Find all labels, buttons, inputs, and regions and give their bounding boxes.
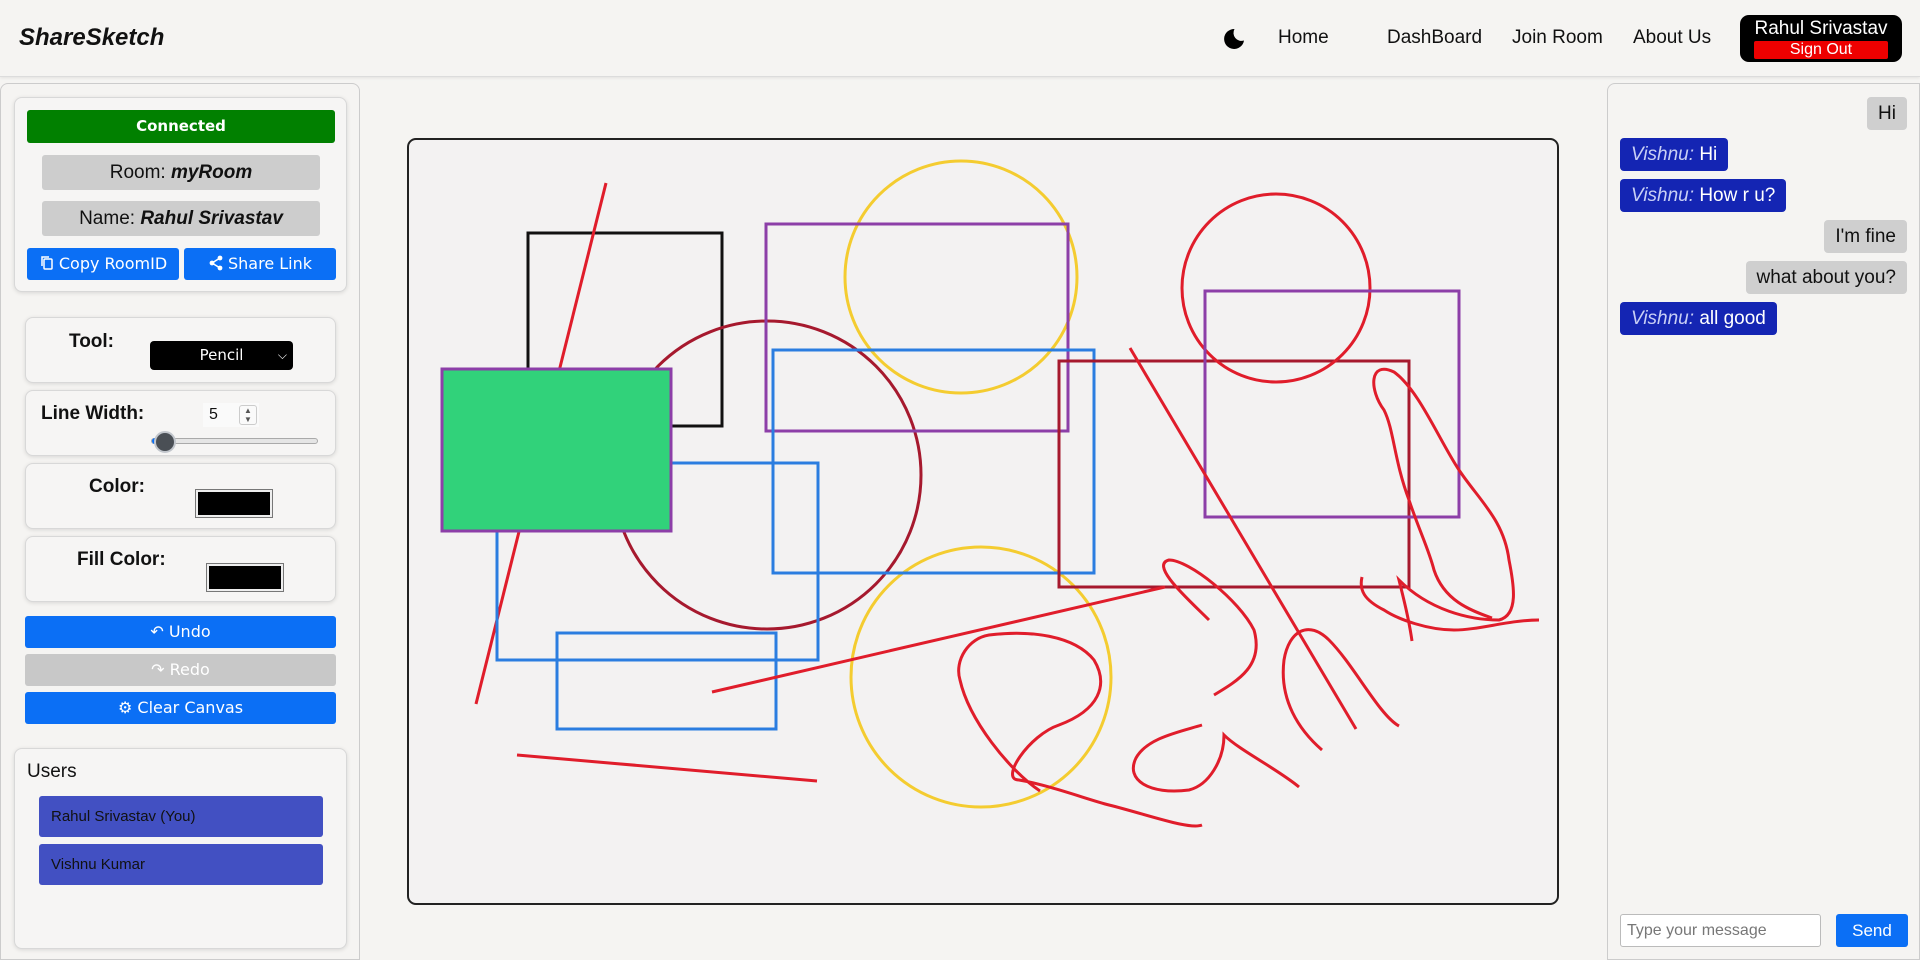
- undo-icon: ↶: [150, 622, 164, 641]
- drawing-canvas[interactable]: [407, 138, 1559, 905]
- copy-room-id-button[interactable]: Copy RoomID: [27, 248, 179, 280]
- tool-card: Tool: Pencil ⌵: [25, 317, 336, 383]
- line-width-label: Line Width:: [41, 403, 145, 424]
- brand-logo[interactable]: ShareSketch: [19, 24, 164, 52]
- room-name-pill: Room: myRoom: [42, 155, 320, 190]
- sign-out-button[interactable]: Sign Out: [1754, 41, 1888, 59]
- chat-input-placeholder: Type your message: [1627, 922, 1767, 939]
- clear-canvas-label: Clear Canvas: [137, 698, 244, 717]
- tool-label: Tool:: [69, 331, 115, 352]
- yellow-circle: [843, 159, 1079, 395]
- green-rectangle: [440, 367, 673, 533]
- dark-red-rectangle: [1057, 359, 1411, 589]
- name-value: Rahul Srivastav: [140, 208, 283, 229]
- red-line: [516, 753, 818, 783]
- copy-icon: [41, 256, 53, 270]
- red-circle: [1180, 192, 1372, 384]
- red-scribble: [1281, 628, 1400, 752]
- name-label: Name:: [79, 208, 136, 229]
- blue-rectangle: [771, 348, 1096, 575]
- blue-rectangle: [555, 631, 778, 731]
- user-list-item[interactable]: Vishnu Kumar: [39, 844, 323, 885]
- control-sidebar: Connected Room: myRoom Name: Rahul Sriva…: [0, 83, 360, 960]
- user-name-pill: Name: Rahul Srivastav: [42, 201, 320, 236]
- broom-icon: ⚙: [117, 698, 133, 717]
- user-name: Rahul Srivastav: [1754, 18, 1888, 39]
- tool-select-value: Pencil: [199, 346, 244, 364]
- moon-icon[interactable]: [1222, 27, 1246, 51]
- user-list-item[interactable]: Rahul Srivastav (You): [39, 796, 323, 837]
- chat-message-text: How r u?: [1699, 185, 1776, 206]
- number-spinner-icon[interactable]: ▲ ▼: [239, 405, 257, 425]
- chat-message: what about you?: [1745, 261, 1907, 294]
- chat-message-text: Hi: [1878, 103, 1896, 124]
- chat-message-text: I'm fine: [1835, 226, 1896, 247]
- copy-room-id-label: Copy RoomID: [58, 254, 168, 273]
- line-width-card: Line Width: 5 ▲ ▼: [25, 390, 336, 456]
- nav-dashboard[interactable]: DashBoard: [1387, 27, 1482, 49]
- canvas-drawing: [440, 159, 1540, 828]
- line-width-input[interactable]: 5 ▲ ▼: [203, 403, 259, 427]
- users-card: Users Rahul Srivastav (You) Vishnu Kumar: [14, 748, 347, 949]
- color-picker[interactable]: [195, 489, 273, 518]
- nav-home[interactable]: Home: [1278, 27, 1329, 49]
- share-link-label: Share Link: [227, 254, 313, 273]
- chat-message: Vishnu: all good: [1620, 302, 1777, 335]
- fill-color-picker[interactable]: [206, 563, 284, 592]
- share-icon: [209, 255, 223, 271]
- send-button[interactable]: Send: [1836, 914, 1908, 947]
- chat-message-sender: Vishnu:: [1631, 144, 1695, 165]
- chat-message-sender: Vishnu:: [1631, 185, 1695, 206]
- chat-message-text: all good: [1699, 308, 1766, 329]
- red-scribble: [1131, 723, 1300, 793]
- line-width-slider-thumb[interactable]: [154, 431, 177, 453]
- red-line: [1128, 347, 1358, 730]
- chat-message-sender: Vishnu:: [1631, 308, 1695, 329]
- red-scribble: [1372, 367, 1515, 642]
- chat-message-text: what about you?: [1756, 267, 1896, 288]
- navbar: ShareSketch Home DashBoard Join Room Abo…: [0, 0, 1920, 77]
- undo-button[interactable]: ↶ Undo: [25, 616, 336, 648]
- red-line: [711, 585, 1166, 694]
- red-scribble: [957, 631, 1203, 828]
- room-info-card: Connected Room: myRoom Name: Rahul Sriva…: [14, 97, 347, 292]
- chat-message: I'm fine: [1824, 220, 1907, 253]
- clear-canvas-button[interactable]: ⚙ Clear Canvas: [25, 692, 336, 724]
- room-label: Room:: [109, 162, 166, 183]
- chat-message-input[interactable]: Type your message: [1620, 914, 1821, 947]
- line-width-value: 5: [209, 406, 218, 423]
- chat-message: Hi: [1867, 97, 1907, 130]
- color-label: Color:: [89, 476, 145, 497]
- redo-label: Redo: [169, 660, 210, 679]
- chat-message: Vishnu: Hi: [1620, 138, 1729, 171]
- nav-about-us[interactable]: About Us: [1633, 27, 1711, 49]
- chat-message-text: Hi: [1699, 144, 1718, 165]
- user-menu: Rahul Srivastav Sign Out: [1740, 15, 1902, 62]
- fill-color-label: Fill Color:: [77, 549, 166, 570]
- chat-panel: Hi Vishnu: Hi Vishnu: How r u? I'm fine …: [1607, 83, 1920, 960]
- line-width-slider[interactable]: [151, 438, 318, 444]
- chat-message: Vishnu: How r u?: [1620, 179, 1787, 212]
- connection-status-badge: Connected: [27, 110, 335, 143]
- share-link-button[interactable]: Share Link: [184, 248, 336, 280]
- fill-color-card: Fill Color:: [25, 536, 336, 602]
- color-card: Color:: [25, 463, 336, 529]
- tool-select[interactable]: Pencil ⌵: [150, 341, 293, 370]
- red-scribble: [1162, 558, 1258, 697]
- redo-icon: ↷: [151, 660, 165, 679]
- room-value: myRoom: [170, 162, 253, 183]
- chevron-down-icon: ⌵: [277, 348, 287, 362]
- redo-button[interactable]: ↷ Redo: [25, 654, 336, 686]
- nav-join-room[interactable]: Join Room: [1512, 27, 1603, 49]
- undo-label: Undo: [168, 622, 211, 641]
- users-title: Users: [27, 761, 77, 782]
